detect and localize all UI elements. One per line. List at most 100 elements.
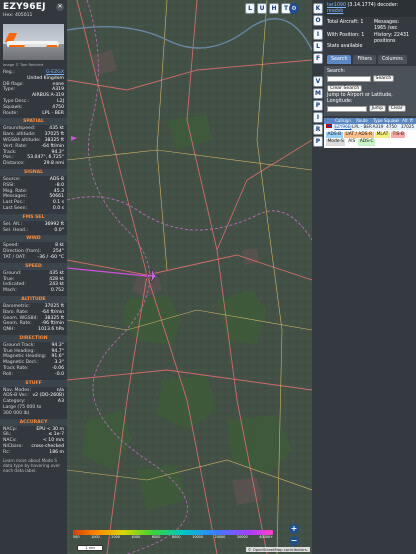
summary-value: LPL - BER: [42, 110, 64, 116]
map-button-l[interactable]: L: [245, 3, 255, 14]
info-value: 0.752: [50, 288, 64, 294]
side-button-column: KOILFVMPIRP: [312, 0, 324, 554]
info-value: -0.0: [55, 371, 64, 377]
jump-label: Jump to Airport or Latitude, Longitude:: [327, 93, 393, 104]
legend-item: Mode-S: [326, 139, 346, 146]
side-button-f[interactable]: F: [313, 53, 323, 64]
panel-tabs: Search Filters Columns: [324, 53, 416, 66]
section-wind: WIND Speed: 8 kt Direction (from): 254° TAT /…: [0, 235, 67, 260]
altitude-label: 6000: [151, 535, 161, 539]
plane-wing: [23, 44, 49, 47]
legend-item: TIS-B: [391, 131, 406, 138]
search-box: Search: Search Clear Search Jump to Airp…: [324, 66, 416, 116]
section-title: STUFF: [0, 379, 67, 387]
section-accuracy: ACCURACY NACp: EPU < 30 m SIL: ≤ 1e-7 NACv: < …: [0, 418, 67, 456]
history: History: 22431 positions: [374, 33, 410, 45]
side-button-p[interactable]: P: [313, 100, 323, 111]
callsign-cell[interactable]: EZY96EJ: [334, 124, 352, 130]
info-key: Rc:: [3, 449, 11, 455]
aircraft-table: Callsign Route Type Squawk Alt. ft EZY96EJ L…: [324, 118, 416, 148]
legend-item: ADS-B: [326, 131, 343, 138]
decoder-link[interactable]: readsb: [327, 9, 343, 14]
info-value: 29.8 nmi: [43, 161, 64, 167]
tab-columns[interactable]: Columns: [377, 55, 407, 64]
tab-search[interactable]: Search: [327, 55, 352, 64]
route-cell: LPL - BER: [352, 124, 372, 129]
summary-key: Route:: [3, 110, 18, 116]
side-button-k[interactable]: K: [313, 3, 323, 14]
info-row: QNH: 1013.6 hPa: [0, 327, 67, 333]
empty-list-area: [324, 148, 416, 548]
info-row: 300 000 lb): [0, 411, 67, 417]
section-title: WIND: [0, 235, 67, 243]
info-key: 300 000 lb): [3, 410, 30, 416]
side-button-o[interactable]: O: [313, 15, 323, 26]
map-canvas[interactable]: [67, 0, 312, 554]
info-value: 0.0°: [54, 227, 64, 233]
info-row: Last Seen: 0.0 s: [0, 206, 67, 212]
table-row[interactable]: EZY96EJ LPL - BER A319 4750 37025: [324, 124, 416, 130]
total-aircraft: Total Aircraft: 1: [327, 20, 364, 25]
right-panel: KOILFVMPIRP tar1090 (3.14.1774) decoder:…: [312, 0, 416, 554]
info-value: 186 m: [49, 449, 64, 455]
section-title: FMS SEL: [0, 213, 67, 221]
section-title: DIRECTION: [0, 334, 67, 342]
photo-credit: Image © Tom Reichert: [3, 63, 44, 67]
section-fms-sel: FMS SEL Sel. Alt.: 36992 ft Sel. Head.: 0.0°: [0, 213, 67, 234]
search-label: Search:: [327, 69, 346, 74]
section-title: SIGNAL: [0, 168, 67, 176]
version-prefix[interactable]: tar1090: [327, 3, 346, 8]
info-key: Roll:: [3, 371, 13, 377]
legend-item: UAT / ADS-R: [344, 131, 374, 138]
info-sections: SPATIAL Groundspeed: 435 kt Baro. altitude:…: [0, 118, 67, 455]
info-value: A3: [57, 399, 64, 405]
info-row: Distance: 29.8 nmi: [0, 161, 67, 167]
hex-value: 405011: [14, 13, 33, 18]
flag-cell: [324, 124, 334, 130]
section-altitude: ALTITUDE Barometric: 37025 ft Baro. Rate: -6…: [0, 295, 67, 333]
map-button-u[interactable]: U: [257, 3, 267, 14]
info-value: 1013.6 hPa: [38, 327, 64, 333]
search-button[interactable]: Search: [372, 75, 395, 82]
aircraft-photo[interactable]: [3, 24, 64, 60]
zoom-in-button[interactable]: +: [289, 524, 299, 534]
side-button-r[interactable]: R: [313, 124, 323, 135]
altitude-label: 2000: [111, 535, 120, 539]
info-value: 0.0 s: [52, 205, 64, 211]
info-row: TAT / OAT: -36 / -60 °C: [0, 255, 67, 261]
altitude-label: 10000: [192, 535, 203, 539]
close-icon[interactable]: ✕: [56, 3, 64, 11]
map-attribution[interactable]: © OpenStreetMap contributors.: [245, 547, 310, 552]
info-key: QNH:: [3, 327, 16, 333]
info-key: Last Seen:: [3, 205, 28, 211]
side-button-p[interactable]: P: [313, 136, 323, 147]
tab-filters[interactable]: Filters: [353, 55, 376, 64]
search-input[interactable]: [327, 75, 371, 82]
side-button-i[interactable]: I: [313, 112, 323, 123]
side-button-m[interactable]: M: [313, 88, 323, 99]
side-button-i[interactable]: I: [313, 29, 323, 40]
version-text: (3.14.1774) decoder:: [347, 3, 399, 8]
stats-available: Stats available: [327, 44, 363, 49]
footer-note: Learn more about Mode S data type by hov…: [3, 457, 61, 474]
side-button-v[interactable]: V: [313, 76, 323, 87]
tar1090-app: EZY96EJ Hex: 405011 ✕ Image © Tom Reiche…: [0, 0, 416, 554]
settings-gear-icon[interactable]: ⚙: [289, 3, 299, 14]
map-view[interactable]: LUHT ⚙ 500 1000 2000 4000 6000 8000 10000 20000…: [67, 0, 312, 554]
side-button-l[interactable]: L: [313, 41, 323, 52]
info-row: Roll: -0.0: [0, 372, 67, 378]
jump-input[interactable]: [327, 105, 367, 112]
clear-search-button[interactable]: Clear Search: [327, 85, 363, 92]
info-key: Sel. Head.:: [3, 227, 28, 233]
zoom-out-button[interactable]: −: [289, 536, 299, 546]
info-key: TAT / OAT:: [3, 254, 26, 260]
clear-button[interactable]: Clear: [387, 105, 406, 112]
aircraft-list-panel: tar1090 (3.14.1774) decoder: readsb Tota…: [324, 0, 416, 554]
info-key: Mach:: [3, 288, 17, 294]
map-button-h[interactable]: H: [269, 3, 279, 14]
aircraft-info-panel: EZY96EJ Hex: 405011 ✕ Image © Tom Reiche…: [0, 0, 67, 554]
jump-button[interactable]: Jump: [368, 105, 387, 112]
source-legend: ADS-B UAT / ADS-R MLAT TIS-B Mode-S AIS …: [324, 130, 416, 148]
info-value: -36 / -60 °C: [37, 254, 64, 260]
section-spatial: SPATIAL Groundspeed: 435 kt Baro. altitude:…: [0, 118, 67, 167]
